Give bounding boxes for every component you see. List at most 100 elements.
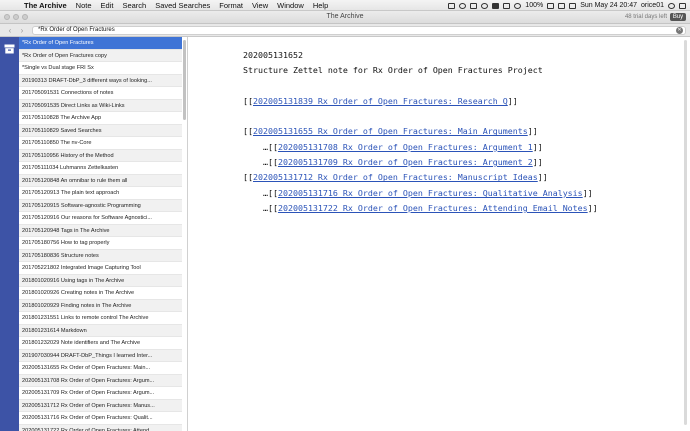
note-list-item[interactable]: 201705111034 Luhmanns Zettelkasten [19,162,182,175]
window-title: The Archive [326,13,364,20]
menu-edit[interactable]: Edit [101,1,114,10]
note-list-item[interactable]: *Rx Order of Open Fractures copy [19,49,182,62]
notification-center-icon[interactable] [679,2,686,9]
menu-saved-searches[interactable]: Saved Searches [155,1,210,10]
note-editor[interactable]: 202005131652 Structure Zettel note for Rx… [188,37,690,431]
note-list-item[interactable]: 201705120915 Software-agnostic Programmi… [19,199,182,212]
note-list-item[interactable]: 202005131655 Rx Order of Open Fractures:… [19,362,182,375]
note-list-item[interactable]: 201907030944 DRAFT-DbP_Things I learned … [19,349,182,362]
link-open-brackets: [[ [243,126,253,137]
toolbar: ‹ › *Rx Order of Open Fractures ✕ [0,24,690,37]
editor-line: …[[202005131709 Rx Order of Open Fractur… [243,155,598,170]
note-list-item[interactable]: 201705180836 Structure notes [19,249,182,262]
menu-window[interactable]: Window [277,1,304,10]
wiki-link[interactable]: 202005131716 Rx Order of Open Fractures:… [278,188,583,198]
note-list-item[interactable]: 201705091535 Direct Links as Wiki-Links [19,99,182,112]
menu-help[interactable]: Help [313,1,328,10]
extension-icon[interactable] [448,2,456,9]
note-list-item[interactable]: 202005131716 Rx Order of Open Fractures:… [19,412,182,425]
menu-format[interactable]: Format [219,1,243,10]
note-list-item[interactable]: 201705110829 Saved Searches [19,124,182,137]
note-list-item[interactable]: 202005131722 Rx Order of Open Fractures:… [19,424,182,431]
note-list-item[interactable]: 201801020929 Finding notes in The Archiv… [19,299,182,312]
screen-icon[interactable] [470,2,478,9]
note-list-item[interactable]: 201705180756 How to tag properly [19,237,182,250]
note-list-item[interactable]: 201801231614 Markdown [19,324,182,337]
wiki-link[interactable]: 202005131655 Rx Order of Open Fractures:… [253,126,528,136]
clear-search-icon[interactable]: ✕ [676,27,683,34]
wiki-link[interactable]: 202005131708 Rx Order of Open Fractures:… [278,142,533,152]
menu-view[interactable]: View [252,1,268,10]
link-open-brackets: …[[ [243,202,278,213]
note-list-item[interactable]: 201801232029 Note identifiers and The Ar… [19,337,182,350]
app-status-icon[interactable] [492,2,500,9]
link-close-brackets: ]] [537,172,548,183]
archive-box-icon[interactable] [4,44,15,54]
note-list-item[interactable]: 201705120916 Our reasons for Software Ag… [19,212,182,225]
editor-scrollbar[interactable] [684,40,687,425]
link-open-brackets: …[[ [243,141,278,152]
sync-icon[interactable] [459,2,467,9]
link-open-brackets: [[ [243,172,253,183]
status-area: 100% Sun May 24 20:47 orice01 [448,0,686,11]
note-list-item[interactable]: 201705110850 The nv-Core [19,137,182,150]
menu-note[interactable]: Note [76,1,92,10]
link-close-brackets: ]] [532,141,543,152]
menu-app-name[interactable]: The Archive [24,1,67,10]
wiki-link[interactable]: 202005131709 Rx Order of Open Fractures:… [278,157,533,167]
note-list-item[interactable]: 201801020916 Using tags in The Archive [19,274,182,287]
note-list-item[interactable]: 201705091531 Connections of notes [19,87,182,100]
note-list-item[interactable]: 201705120848 An omnibar to rule them all [19,174,182,187]
menu-bar: The Archive Note Edit Search Saved Searc… [0,0,690,11]
window-titlebar: The Archive 48 trial days left Buy [0,11,690,24]
back-arrow-icon[interactable]: ‹ [5,26,15,35]
editor-text: 202005131652 [243,50,303,60]
note-list-item[interactable]: 201801020926 Creating notes in The Archi… [19,287,182,300]
note-list-item[interactable]: 201705120913 The plain text approach [19,187,182,200]
editor-line: [[202005131712 Rx Order of Open Fracture… [243,170,598,185]
wifi-icon[interactable] [514,2,522,9]
note-list-item[interactable]: 201705110828 The Archive App [19,112,182,125]
sidebar-rail [0,37,19,431]
buy-button[interactable]: Buy [670,13,686,21]
link-close-brackets: ]] [527,126,538,137]
link-open-brackets: …[[ [243,157,278,168]
note-list-item[interactable]: 202005131708 Rx Order of Open Fractures:… [19,374,182,387]
wiki-link[interactable]: 202005131712 Rx Order of Open Fractures:… [253,172,538,182]
clock[interactable]: Sun May 24 20:47 [580,2,637,9]
battery-icon[interactable] [547,2,555,9]
wiki-link[interactable]: 202005131839 Rx Order of Open Fractures:… [253,96,508,106]
cloud-icon[interactable] [503,2,511,9]
password-icon[interactable] [481,2,489,9]
wiki-link[interactable]: 202005131722 Rx Order of Open Fractures:… [278,203,588,213]
omnibar-search-input[interactable]: *Rx Order of Open Fractures ✕ [32,26,686,35]
input-source-icon[interactable] [558,2,566,9]
note-list-item[interactable]: 20190313 DRAFT-DbP_3 different ways of l… [19,74,182,87]
editor-line: …[[202005131722 Rx Order of Open Fractur… [243,201,598,216]
display-icon[interactable] [569,2,577,9]
link-close-brackets: ]] [582,187,593,198]
note-editor-text[interactable]: 202005131652 Structure Zettel note for Rx… [243,48,598,216]
note-list-item[interactable]: 202005131709 Rx Order of Open Fractures:… [19,387,182,400]
note-list-item[interactable]: 202005131712 Rx Order of Open Fractures:… [19,399,182,412]
menu-search[interactable]: Search [122,1,146,10]
link-open-brackets: …[[ [243,187,278,198]
note-list-item[interactable]: 201705110956 History of the Method [19,149,182,162]
note-list-item[interactable]: 201705221802 Integrated Image Capturing … [19,262,182,275]
forward-arrow-icon[interactable]: › [17,26,27,35]
editor-text: Structure Zettel note for Rx Order of Op… [243,65,543,76]
note-list: *Rx Order of Open Fractures *Rx Order of … [19,37,182,431]
link-open-brackets: [[ [243,95,253,106]
note-list-scrollbar[interactable] [183,40,186,120]
editor-line: …[[202005131708 Rx Order of Open Fractur… [243,140,598,155]
note-list-item[interactable]: *Single vs Dual stage FRI Sx [19,62,182,75]
note-list-item[interactable]: 201801231551 Links to remote control The… [19,312,182,325]
editor-line: 202005131652 [243,48,598,63]
note-list-item[interactable]: 201705120948 Tags in The Archive [19,224,182,237]
note-list-item[interactable]: *Rx Order of Open Fractures [19,37,182,50]
user-name[interactable]: orice01 [641,2,664,9]
spotlight-icon[interactable] [668,2,675,9]
link-close-brackets: ]] [507,95,518,106]
